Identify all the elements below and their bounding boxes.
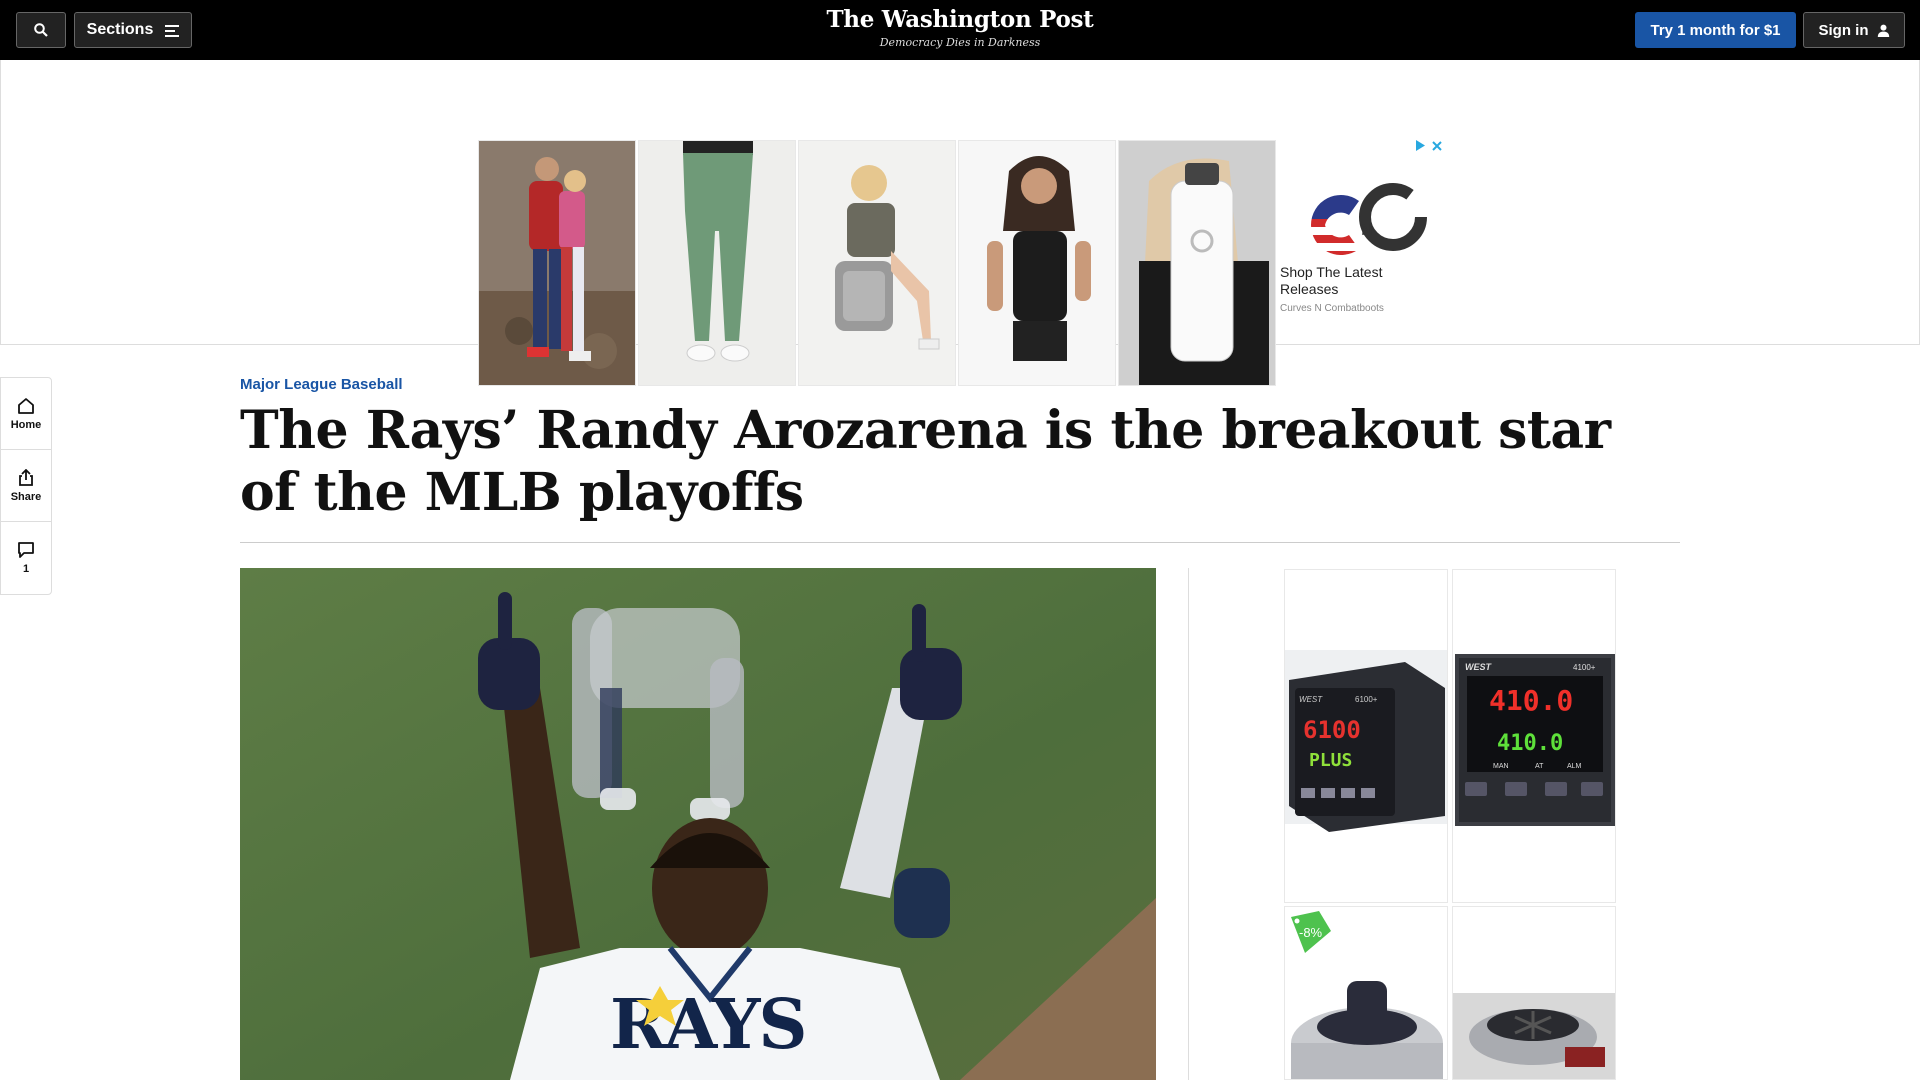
lead-photo[interactable]: RAYS — [240, 568, 1156, 1080]
sections-button[interactable]: Sections — [74, 12, 192, 48]
ad-model-label: 4100+ — [1573, 663, 1596, 672]
article-headline: The Rays’ Randy Arozarena is the breakou… — [240, 400, 1611, 523]
rail-comments-button[interactable]: 1 — [1, 522, 51, 594]
ad-btn-label: AT — [1535, 763, 1544, 770]
ad-display-top: 410.0 — [1489, 684, 1573, 717]
ad-product-tile[interactable]: WEST 6100+ 6100 PLUS — [1284, 569, 1448, 903]
search-icon — [34, 23, 48, 37]
close-icon[interactable] — [1432, 140, 1442, 151]
ad-display-bottom: 410.0 — [1497, 731, 1563, 756]
section-kicker[interactable]: Major League Baseball — [240, 376, 403, 393]
article-rail: Home Share 1 — [0, 377, 52, 595]
headline-divider — [240, 542, 1680, 543]
ad-discount-badge: -8% — [1299, 925, 1323, 940]
site-header: Sections The Washington Post Democracy D… — [0, 0, 1920, 60]
masthead-logo[interactable]: The Washington Post Democracy Dies in Da… — [760, 6, 1160, 49]
ad-product-tile[interactable] — [1452, 906, 1616, 1080]
ad-product-tile[interactable]: -8% — [1284, 906, 1448, 1080]
search-button[interactable] — [16, 12, 66, 48]
ad-caption[interactable]: Shop The Latest Releases — [1280, 264, 1420, 298]
menu-icon — [165, 24, 180, 37]
share-icon — [19, 468, 33, 486]
rail-home-label: Home — [10, 418, 42, 431]
comment-icon — [18, 542, 34, 558]
ad-btn-label: MAN — [1493, 763, 1509, 770]
ad-product-image[interactable] — [478, 140, 636, 386]
jersey-text: RAYS — [610, 985, 806, 1065]
ad-model-label: 6100+ — [1355, 695, 1378, 704]
ad-choices[interactable] — [1415, 140, 1442, 151]
subscribe-button[interactable]: Try 1 month for $1 — [1635, 12, 1796, 48]
ad-display-bottom: PLUS — [1309, 750, 1352, 771]
user-icon — [1877, 24, 1889, 37]
ad-product-image[interactable] — [958, 140, 1116, 386]
column-divider — [1188, 568, 1189, 1080]
rail-share-label: Share — [10, 490, 42, 503]
advertiser-logo[interactable]: N — [1301, 175, 1431, 275]
sections-label: Sections — [86, 21, 154, 38]
ad-product-image[interactable] — [1118, 140, 1276, 386]
ad-product-tile[interactable]: WEST 4100+ 410.0 410.0 MAN AT ALM — [1452, 569, 1616, 903]
adchoices-icon — [1416, 140, 1425, 151]
top-advertisement: N Shop The Latest Releases Curves N Comb… — [0, 60, 1920, 386]
ad-product-image[interactable] — [638, 140, 796, 386]
logo-text: The Washington Post — [826, 6, 1094, 33]
rail-comments-count: 1 — [22, 563, 30, 575]
sidebar-advertisement: WEST 6100+ 6100 PLUS WEST 4100+ 410.0 41… — [1284, 569, 1618, 1080]
ad-advertiser-name[interactable]: Curves N Combatboots — [1280, 303, 1384, 314]
sign-in-label: Sign in — [1818, 21, 1869, 39]
ad-btn-label: ALM — [1567, 763, 1582, 770]
advertiser-logo-letter: N — [1361, 222, 1373, 239]
home-icon — [18, 397, 34, 414]
rail-home-button[interactable]: Home — [1, 378, 51, 450]
ad-brand-label: WEST — [1299, 695, 1323, 704]
tagline: Democracy Dies in Darkness — [879, 36, 1041, 49]
sign-in-button[interactable]: Sign in — [1803, 12, 1905, 48]
ad-product-image[interactable] — [798, 140, 956, 386]
ad-brand-label: WEST — [1465, 662, 1493, 672]
rail-share-button[interactable]: Share — [1, 450, 51, 522]
ad-display-top: 6100 — [1303, 716, 1361, 744]
